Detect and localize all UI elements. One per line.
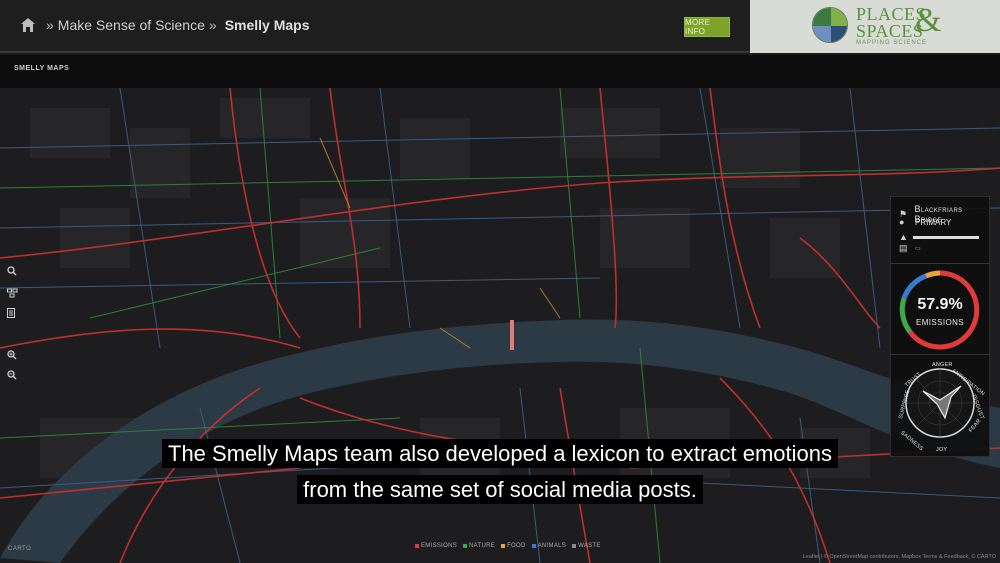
emotion-label-anger: ANGER: [932, 362, 953, 368]
nature-swatch-icon: [463, 544, 468, 548]
animals-swatch-icon: [531, 544, 536, 548]
screen: » Make Sense of Science » Smelly Maps MO…: [0, 0, 1000, 563]
selected-bridge-highlight: [510, 320, 514, 350]
legend-item-emissions[interactable]: EMISSIONS: [415, 543, 457, 549]
layers-icon[interactable]: [7, 288, 25, 306]
legend-item-waste[interactable]: WASTE: [572, 543, 601, 549]
caption-line-1: The Smelly Maps team also developed a le…: [162, 439, 838, 468]
logo-line2: SPACES: [856, 21, 924, 41]
legend-item-food[interactable]: FOOD: [501, 543, 526, 549]
places-spaces-logo[interactable]: PLACES SPACES & MAPPING SCIENCE: [750, 0, 1000, 53]
breadcrumb: » Make Sense of Science » Smelly Maps: [20, 17, 310, 33]
likes-bar: [913, 236, 979, 239]
waste-swatch-icon: [572, 544, 577, 548]
globe-logo-icon: [812, 7, 848, 43]
food-swatch-icon: [501, 544, 506, 548]
zoom-out-icon[interactable]: [7, 370, 25, 388]
database-icon: ▤: [899, 243, 908, 253]
logo-ampersand: &: [915, 2, 942, 39]
storage-row: ▤ ▭: [899, 243, 921, 254]
more-info-button[interactable]: MORE INFO: [684, 17, 730, 37]
thumbs-up-icon: ▲: [899, 232, 908, 242]
top-header: » Make Sense of Science » Smelly Maps MO…: [0, 0, 1000, 53]
road-type-row: ● PRIMARY: [899, 217, 951, 227]
emissions-swatch-icon: [415, 544, 419, 548]
legend-item-animals[interactable]: ANIMALS: [531, 543, 566, 549]
legend-item-nature[interactable]: NATURE: [463, 543, 495, 549]
home-icon[interactable]: [20, 17, 36, 33]
smelly-maps-logo[interactable]: SMELLY MAPS: [14, 65, 69, 72]
video-caption: The Smelly Maps team also developed a le…: [0, 436, 1000, 508]
app-bar: SMELLY MAPS: [0, 55, 1000, 88]
breadcrumb-parent-link[interactable]: Make Sense of Science: [58, 17, 205, 33]
breadcrumb-separator: »: [208, 17, 217, 33]
map-legend: EMISSIONS NATURE FOOD ANIMALS WASTE: [415, 543, 607, 549]
storage-indicator-icon: ▭: [915, 246, 921, 252]
map-attribution[interactable]: Leaflet | © OpenStreetMap contributors, …: [803, 554, 996, 560]
carto-logo[interactable]: CARTO: [8, 546, 31, 552]
emissions-percent: 57.9%: [917, 296, 963, 313]
caption-line-2: from the same set of social media posts.: [297, 475, 703, 504]
logo-tagline: MAPPING SCIENCE: [856, 40, 928, 46]
map-pin-icon: ●: [899, 217, 905, 227]
breadcrumb-current: Smelly Maps: [224, 17, 310, 33]
zoom-in-icon[interactable]: [7, 350, 25, 368]
list-icon[interactable]: [7, 308, 25, 326]
breadcrumb-separator: »: [46, 17, 54, 33]
emissions-label: EMISSIONS: [915, 318, 965, 327]
road-type: PRIMARY: [915, 217, 952, 227]
search-icon[interactable]: [7, 266, 25, 284]
